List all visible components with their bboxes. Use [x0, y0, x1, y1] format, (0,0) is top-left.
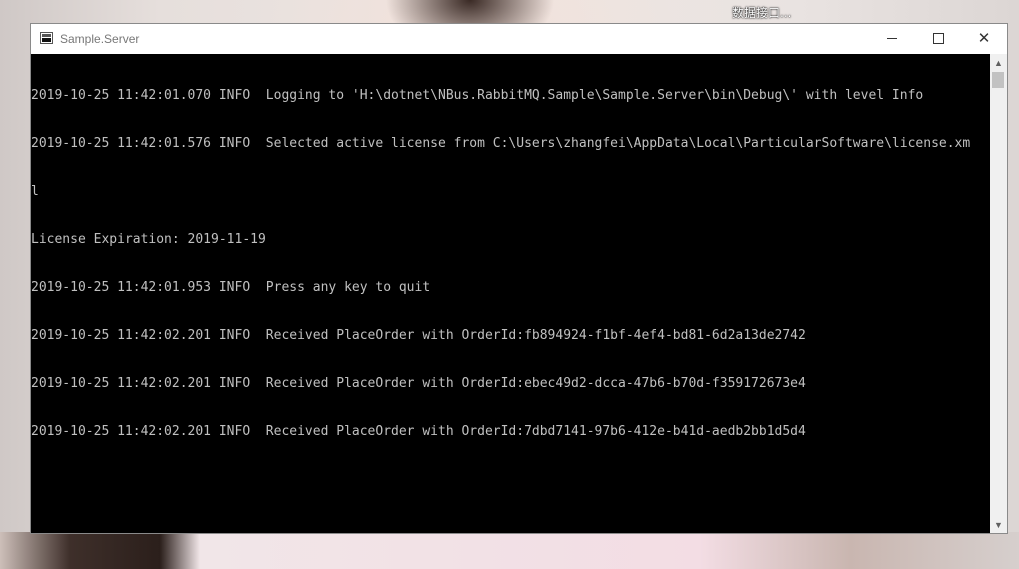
window-title: Sample.Server	[60, 32, 140, 46]
console-line: l	[31, 184, 39, 199]
close-icon: ✕	[977, 29, 991, 47]
desktop-wallpaper-bottom	[0, 532, 1019, 569]
console-text: 2019-10-25 11:42:01.070 INFO Logging to …	[31, 54, 991, 472]
scroll-thumb[interactable]	[992, 72, 1004, 88]
console-line: 2019-10-25 11:42:01.953 INFO Press any k…	[31, 280, 431, 295]
console-app-icon[interactable]	[40, 32, 53, 44]
scroll-up-arrow-icon[interactable]: ▲	[990, 54, 1007, 71]
maximize-button[interactable]	[915, 24, 961, 53]
scroll-down-arrow-icon[interactable]: ▼	[990, 516, 1007, 533]
console-line: 2019-10-25 11:42:02.201 INFO Received Pl…	[31, 328, 806, 343]
minimize-button[interactable]	[869, 24, 915, 53]
console-line: 2019-10-25 11:42:01.070 INFO Logging to …	[31, 88, 924, 103]
desktop-shortcut-label[interactable]: 数据接口...	[732, 4, 791, 21]
console-line: 2019-10-25 11:42:02.201 INFO Received Pl…	[31, 376, 806, 391]
close-button[interactable]: ✕	[961, 24, 1007, 53]
console-window[interactable]: Sample.Server ✕ 2019-10-25 11:42:01.070 …	[30, 23, 1008, 534]
console-line: License Expiration: 2019-11-19	[31, 232, 266, 247]
console-line: 2019-10-25 11:42:01.576 INFO Selected ac…	[31, 136, 971, 151]
vertical-scrollbar[interactable]: ▲ ▼	[990, 54, 1007, 533]
console-output[interactable]: 2019-10-25 11:42:01.070 INFO Logging to …	[31, 54, 991, 533]
console-line: 2019-10-25 11:42:02.201 INFO Received Pl…	[31, 424, 806, 439]
title-bar[interactable]: Sample.Server ✕	[31, 24, 1007, 54]
maximize-icon	[932, 33, 944, 44]
minimize-icon	[887, 38, 897, 39]
